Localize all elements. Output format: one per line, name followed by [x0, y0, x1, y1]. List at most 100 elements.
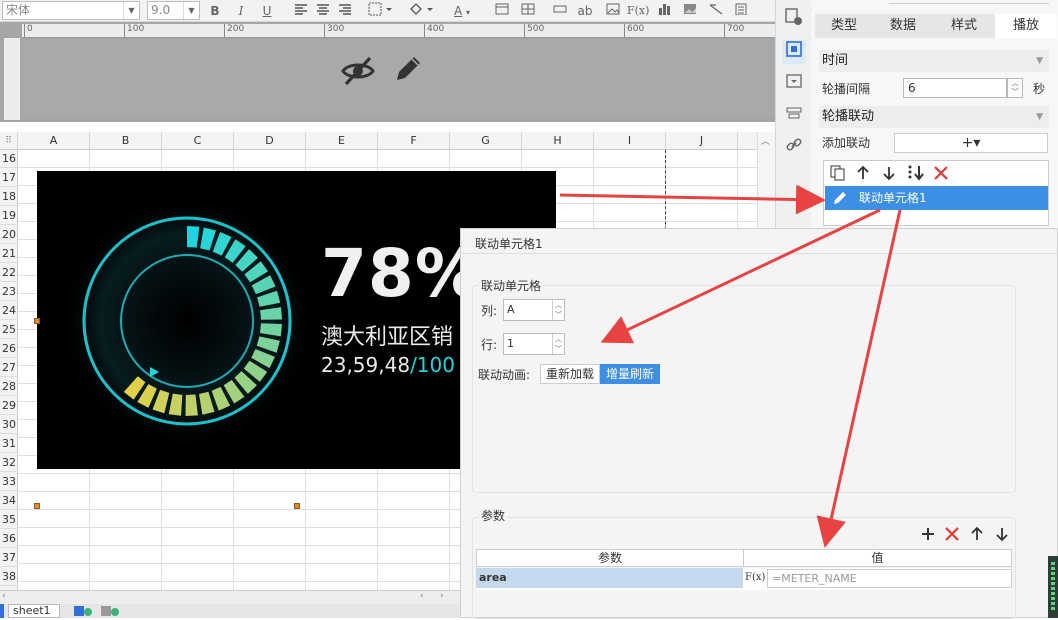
column-header-cell[interactable]: F [378, 132, 450, 150]
layer-attr-icon[interactable] [782, 104, 806, 128]
row-header-cell[interactable]: 28 [0, 378, 18, 396]
add-sheet-icon[interactable] [73, 605, 95, 617]
tab-data[interactable]: 数据 [873, 14, 933, 38]
bold-button[interactable]: B [205, 2, 225, 20]
tab-style[interactable]: 样式 [933, 14, 995, 38]
chevron-right-icon[interactable]: › [440, 591, 444, 601]
add-link-button[interactable]: +▾ [894, 133, 1048, 153]
column-header-cell[interactable]: D [234, 132, 306, 150]
row-header-cell[interactable]: 33 [0, 473, 18, 491]
arrow-down-icon[interactable] [880, 164, 898, 182]
row-header-cell[interactable]: 30 [0, 416, 18, 434]
section-time[interactable]: 时间 ▼ [819, 50, 1049, 72]
param-name-cell[interactable]: area [476, 568, 743, 588]
arrow-down-icon[interactable] [993, 525, 1011, 543]
row-header-cell[interactable]: 34 [0, 492, 18, 510]
tab-playback[interactable]: 播放 [995, 14, 1057, 38]
text-ab-button[interactable]: ab [573, 2, 597, 20]
add-report-icon[interactable] [100, 605, 122, 617]
underline-button[interactable]: U [257, 2, 277, 20]
font-color-button[interactable]: A ▾ [447, 2, 477, 20]
bar-chart-icon[interactable] [655, 2, 675, 20]
sort-down-icon[interactable] [906, 164, 926, 182]
sheet-tab[interactable]: sheet1 [8, 604, 60, 618]
copy-icon[interactable] [828, 164, 848, 182]
edit-pencil-icon[interactable] [831, 189, 849, 207]
chevron-up-icon[interactable]: ︿ [552, 300, 564, 310]
row-header-cell[interactable]: 36 [0, 530, 18, 548]
param-value-input[interactable]: =METER_NAME [767, 569, 1012, 588]
chevron-down-icon[interactable]: ﹀ [1008, 88, 1022, 97]
chevron-left-icon[interactable]: ‹ [2, 591, 6, 601]
row-header-cell[interactable]: 16 [0, 150, 18, 168]
column-header-cell[interactable]: E [306, 132, 378, 150]
border-icon[interactable] [366, 2, 396, 20]
chevron-left-icon[interactable]: ‹ [420, 591, 424, 601]
table-row[interactable]: area F(x) =METER_NAME [476, 568, 1012, 590]
chevron-down-icon[interactable]: ﹀ [552, 310, 564, 320]
row-header-cell[interactable]: 17 [0, 169, 18, 187]
row-input[interactable]: 1 ︿ ﹀ [503, 333, 565, 355]
row-header-cell[interactable]: 31 [0, 435, 18, 453]
dropdown-attr-icon[interactable] [782, 72, 806, 96]
chevron-up-icon[interactable]: ︿ [1008, 79, 1022, 88]
chevron-down-icon[interactable]: ﹀ [552, 344, 564, 354]
italic-button[interactable]: I [231, 2, 251, 20]
arrow-up-icon[interactable] [968, 525, 986, 543]
interval-spinner[interactable]: ︿ ﹀ [1007, 78, 1023, 98]
resize-handle[interactable] [34, 503, 40, 509]
row-header-cell[interactable]: 23 [0, 283, 18, 301]
align-center-icon[interactable] [313, 2, 333, 20]
split-cells-icon[interactable] [518, 2, 538, 20]
carousel-interval-input[interactable]: 6 [903, 78, 1007, 98]
merge-cells-icon[interactable] [492, 2, 512, 20]
edit-pencil-icon[interactable] [392, 53, 424, 85]
font-size-select[interactable]: 9.0 ▼ [147, 1, 200, 20]
arrow-up-icon[interactable] [854, 164, 872, 182]
row-header-cell[interactable]: 21 [0, 245, 18, 263]
resize-handle[interactable] [34, 318, 40, 324]
row-header-cell[interactable]: 22 [0, 264, 18, 282]
section-carousel-link[interactable]: 轮播联动 ▼ [819, 106, 1049, 128]
row-header-cell[interactable]: 37 [0, 549, 18, 567]
row-header-cell[interactable]: 27 [0, 359, 18, 377]
chevron-up-icon[interactable]: ︿ [761, 134, 770, 147]
picture-icon[interactable] [680, 2, 700, 20]
hyperlink-icon[interactable] [782, 136, 806, 160]
row-header-cell[interactable]: 19 [0, 207, 18, 225]
add-icon[interactable] [919, 525, 937, 543]
row-header-cell[interactable]: 32 [0, 454, 18, 472]
row-header-cell[interactable]: 24 [0, 302, 18, 320]
row-header-cell[interactable]: 18 [0, 188, 18, 206]
align-right-icon[interactable] [335, 2, 355, 20]
image-icon[interactable] [603, 2, 623, 20]
slash-shape-icon[interactable] [706, 2, 726, 20]
row-header-cell[interactable]: 35 [0, 511, 18, 529]
row-header-cell[interactable]: 25 [0, 321, 18, 339]
formula-icon[interactable]: F(x) [745, 569, 767, 589]
align-left-icon[interactable] [291, 2, 311, 20]
formula-button[interactable]: F(x) [627, 2, 649, 20]
incremental-option[interactable]: 增量刷新 [600, 364, 660, 384]
font-name-select[interactable]: 宋体 ▼ [2, 1, 140, 20]
row-header-cell[interactable]: 29 [0, 397, 18, 415]
textbox-icon[interactable] [550, 2, 570, 20]
cell-attr-icon[interactable] [782, 8, 806, 32]
fill-color-icon[interactable] [406, 2, 436, 20]
tab-type[interactable]: 类型 [815, 14, 873, 38]
column-header-cell[interactable]: G [450, 132, 522, 150]
column-header-cell[interactable]: I [594, 132, 666, 150]
delete-icon[interactable] [943, 525, 961, 543]
delete-icon[interactable] [932, 164, 950, 182]
column-header-cell[interactable]: B [90, 132, 162, 150]
resize-handle[interactable] [294, 503, 300, 509]
column-input[interactable]: A ︿ ﹀ [503, 299, 565, 321]
reload-option[interactable]: 重新加载 [540, 364, 600, 384]
row-header-cell[interactable]: 26 [0, 340, 18, 358]
widget-attr-icon[interactable] [782, 40, 806, 64]
row-header-cell[interactable]: 38 [0, 568, 18, 586]
chevron-up-icon[interactable]: ︿ [552, 334, 564, 344]
hide-eye-icon[interactable] [340, 55, 376, 87]
column-header-cell[interactable]: C [162, 132, 234, 150]
column-header-cell[interactable]: J [666, 132, 738, 150]
